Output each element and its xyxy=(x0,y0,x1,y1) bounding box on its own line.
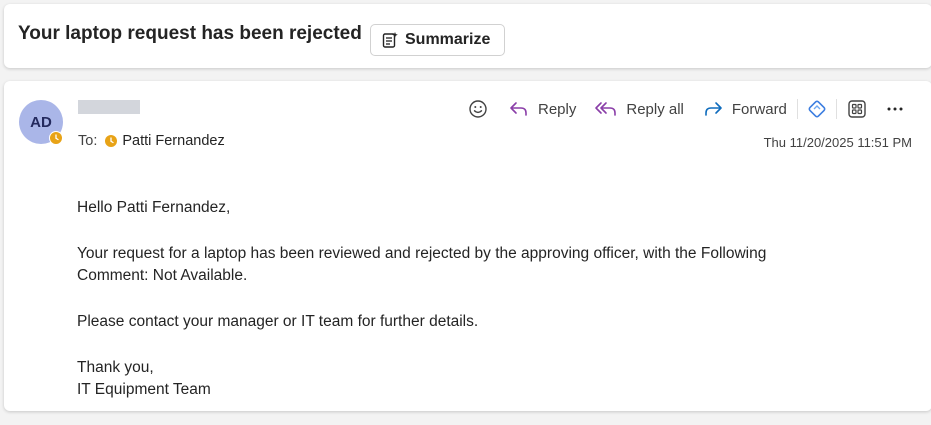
sender-name-redacted xyxy=(78,100,140,114)
forward-button[interactable]: Forward xyxy=(702,95,787,123)
body-line: Comment: Not Available. xyxy=(77,267,248,284)
loop-button[interactable] xyxy=(806,95,828,123)
toolbar-divider xyxy=(835,99,837,119)
message-timestamp: Thu 11/20/2025 11:51 PM xyxy=(763,135,912,150)
reaction-button[interactable] xyxy=(468,95,488,123)
body-line: Your request for a laptop has been revie… xyxy=(77,245,767,262)
signoff-line: Thank you, xyxy=(77,359,154,376)
more-actions-button[interactable] xyxy=(885,95,905,123)
body-greeting: Hello Patti Fernandez, xyxy=(77,199,231,216)
summarize-label: Summarize xyxy=(405,31,491,48)
smiley-icon xyxy=(469,100,487,118)
apps-button[interactable] xyxy=(847,95,867,123)
summarize-icon xyxy=(382,32,398,48)
signoff-line: IT Equipment Team xyxy=(77,381,211,398)
body-signoff: Thank you, IT Equipment Team xyxy=(77,357,877,401)
loop-icon xyxy=(808,100,826,118)
presence-away-icon xyxy=(49,131,63,145)
reply-icon xyxy=(510,102,527,116)
to-label: To: xyxy=(78,133,98,149)
toolbar-divider xyxy=(796,99,798,119)
message-actions: Reply Reply all Forward xyxy=(468,95,905,123)
summarize-button[interactable]: Summarize xyxy=(370,24,505,56)
message-body: Hello Patti Fernandez, Your request for … xyxy=(77,197,877,425)
reply-all-button[interactable]: Reply all xyxy=(594,95,684,123)
recipient-name[interactable]: Patti Fernandez xyxy=(122,133,224,149)
email-subject: Your laptop request has been rejected xyxy=(18,23,362,44)
subject-bar: Your laptop request has been rejected Su… xyxy=(4,4,931,68)
recipient-away-icon xyxy=(105,135,118,147)
body-paragraph: Please contact your manager or IT team f… xyxy=(77,313,479,330)
message-card: AD To: Patti Fernandez Reply Reply all F… xyxy=(4,81,931,411)
avatar-initials: AD xyxy=(30,113,52,131)
forward-label: Forward xyxy=(731,100,787,118)
more-icon xyxy=(887,107,903,111)
reply-all-label: Reply all xyxy=(626,100,684,118)
body-paragraph: Your request for a laptop has been revie… xyxy=(77,243,877,287)
recipient-line: To: Patti Fernandez xyxy=(78,133,225,149)
reply-button[interactable]: Reply xyxy=(508,95,576,123)
reply-all-icon xyxy=(595,102,617,116)
forward-icon xyxy=(705,102,722,116)
apps-grid-icon xyxy=(848,100,866,118)
reply-label: Reply xyxy=(538,100,577,118)
